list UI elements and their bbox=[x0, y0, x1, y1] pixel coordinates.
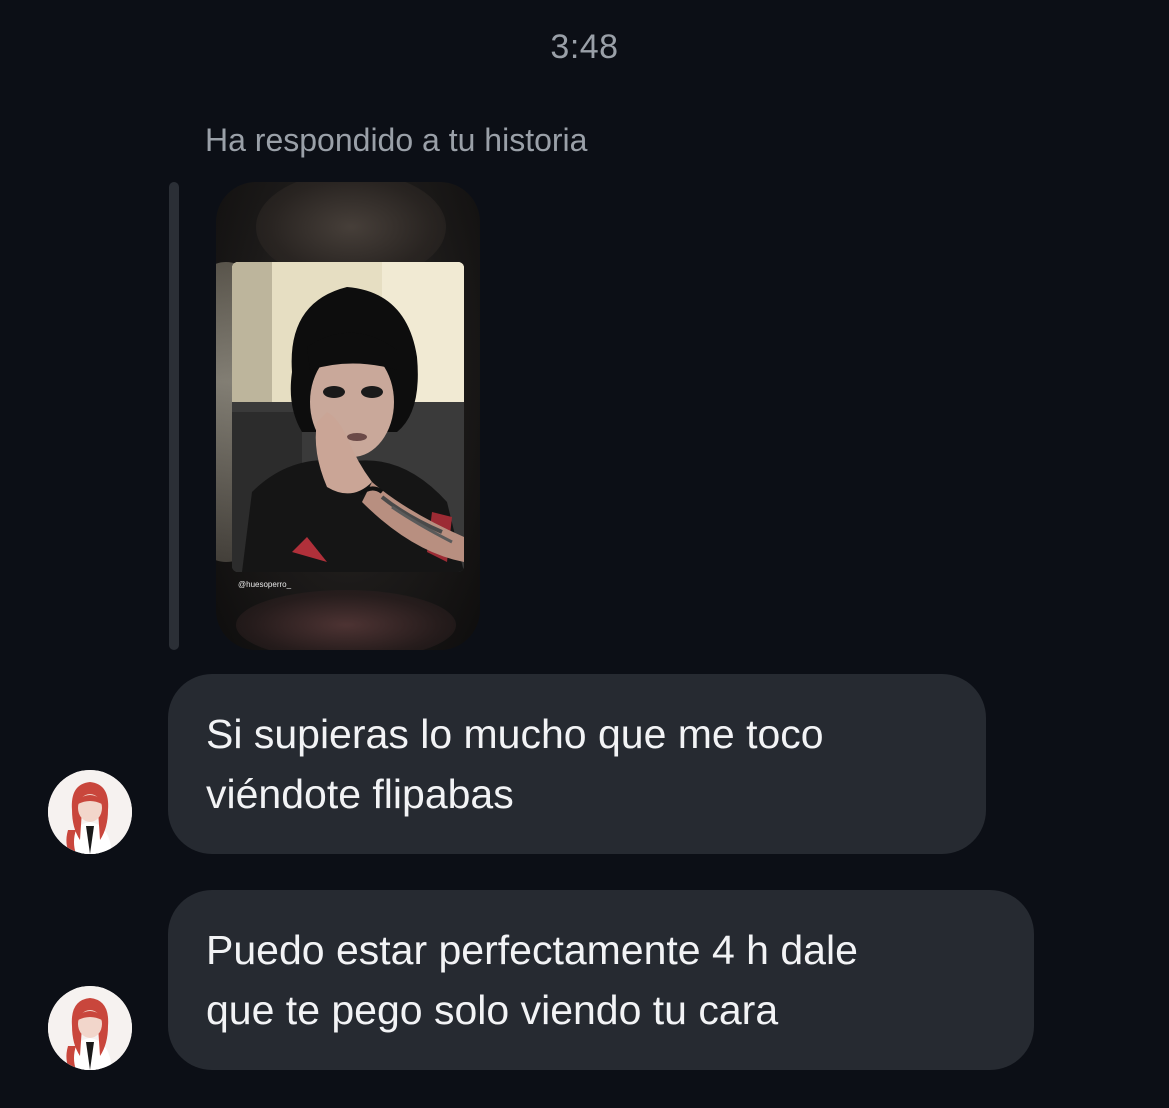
story-background-blur bbox=[236, 590, 456, 650]
message-text-line: que te pego solo viendo tu cara bbox=[206, 987, 779, 1033]
avatar[interactable] bbox=[48, 770, 132, 854]
story-author-handle: @huesoperro_ bbox=[238, 580, 292, 589]
message-bubble[interactable]: Puedo estar perfectamente 4 h dale que t… bbox=[168, 890, 1034, 1070]
story-preview[interactable]: @huesoperro_ bbox=[216, 182, 480, 650]
message-text-line: Si supieras lo mucho que me toco bbox=[206, 711, 824, 757]
message-timestamp: 3:48 bbox=[550, 28, 619, 66]
avatar[interactable] bbox=[48, 986, 132, 1070]
message-bubble[interactable]: Si supieras lo mucho que me toco viéndot… bbox=[168, 674, 986, 854]
message-text-line: Puedo estar perfectamente 4 h dale bbox=[206, 927, 858, 973]
chat-thread: 3:48 Ha respondido a tu historia @huesop… bbox=[0, 0, 1169, 1108]
message-text-line: viéndote flipabas bbox=[206, 771, 514, 817]
story-photo bbox=[232, 262, 464, 572]
story-reply-note: Ha respondido a tu historia bbox=[205, 122, 588, 158]
story-reply-quote-bar bbox=[169, 182, 179, 650]
